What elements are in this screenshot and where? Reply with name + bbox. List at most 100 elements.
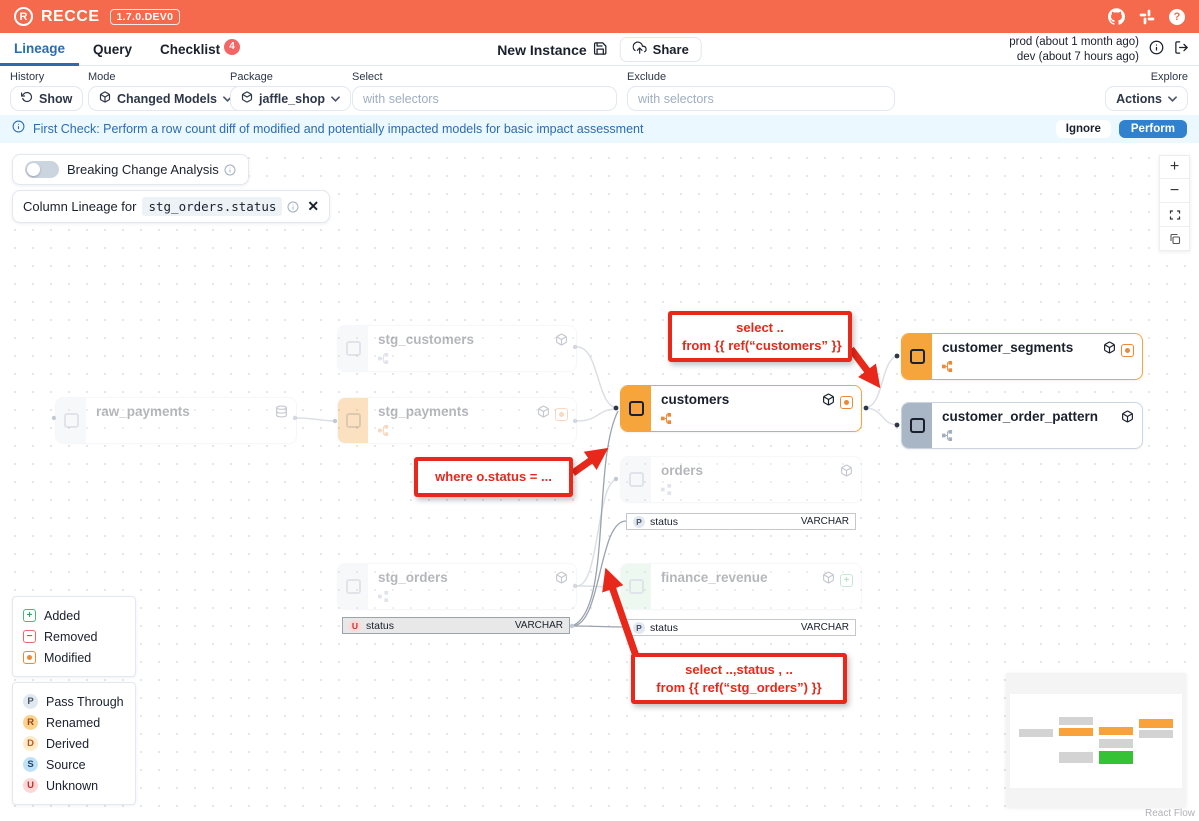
node-raw-payments[interactable]: raw_payments (55, 397, 297, 444)
exclude-label: Exclude (627, 71, 895, 83)
lineage-toolbar: History Show Mode Changed Models Package… (0, 66, 1199, 115)
close-icon[interactable]: ✕ (307, 198, 319, 215)
breaking-change-label: Breaking Change Analysis (67, 162, 219, 177)
banner-message: First Check: Perform a row count diff of… (33, 122, 643, 136)
chevron-down-icon (331, 96, 340, 102)
node-checkbox[interactable] (629, 579, 644, 594)
select-label: Select (352, 71, 617, 83)
info-icon[interactable] (224, 164, 236, 176)
actions-menu-button[interactable]: Actions (1105, 86, 1188, 111)
instance-title: New Instance (497, 42, 586, 58)
github-icon[interactable] (1108, 8, 1125, 25)
breaking-change-panel: Breaking Change Analysis (12, 154, 249, 185)
modified-icon (555, 408, 568, 421)
nav-bar: Lineage Query Checklist 4 New Instance (0, 33, 1199, 66)
node-customer-segments[interactable]: customer_segments (901, 333, 1143, 380)
column-lineage-icon (378, 591, 389, 602)
node-orders[interactable]: orders (620, 456, 862, 503)
node-stg-customers[interactable]: stg_customers (337, 325, 577, 372)
column-type: VARCHAR (515, 620, 563, 631)
legend-item-renamed: R Renamed (23, 712, 125, 733)
unknown-badge: U (349, 620, 361, 632)
column-lineage-icon (942, 361, 953, 372)
first-check-banner: First Check: Perform a row count diff of… (0, 115, 1199, 143)
node-checkbox[interactable] (629, 401, 644, 416)
column-name: status (650, 516, 678, 528)
ignore-button[interactable]: Ignore (1056, 120, 1111, 138)
package-select[interactable]: jaffle_shop (230, 86, 351, 111)
tab-checklist[interactable]: Checklist 4 (146, 33, 254, 66)
model-cube-icon (1121, 410, 1134, 428)
save-icon[interactable] (593, 41, 608, 59)
annotation-select-stg-orders: select ..,status , .. from {{ ref(“stg_o… (631, 653, 847, 704)
column-row-stg-orders-status[interactable]: U status VARCHAR (342, 617, 570, 634)
share-button[interactable]: Share (620, 37, 702, 62)
node-checkbox[interactable] (910, 349, 925, 364)
model-cube-icon (555, 571, 568, 589)
column-lineage-icon (942, 430, 953, 441)
sign-out-icon[interactable] (1174, 40, 1189, 60)
transform-legend: P Pass Through R Renamed D Derived S Sou… (12, 682, 136, 805)
column-row-finance-revenue-status[interactable]: P status VARCHAR (626, 619, 856, 636)
model-cube-icon (555, 333, 568, 351)
help-icon[interactable]: ? (1169, 9, 1185, 25)
annotation-select-customers: select .. from {{ ref(“customers” }} (668, 311, 852, 362)
node-customer-order-pattern[interactable]: customer_order_pattern (901, 402, 1143, 449)
perform-button[interactable]: Perform (1119, 120, 1187, 138)
minimap-node (1139, 730, 1173, 738)
package-label: Package (230, 71, 351, 83)
history-show-button[interactable]: Show (10, 86, 83, 111)
node-customers[interactable]: customers (620, 385, 862, 432)
column-lineage-icon (661, 484, 672, 495)
minimap[interactable] (1006, 673, 1186, 807)
column-row-orders-status[interactable]: P status VARCHAR (626, 513, 856, 530)
model-cube-icon (99, 91, 111, 106)
info-icon[interactable] (287, 201, 299, 213)
node-checkbox[interactable] (346, 341, 361, 356)
history-icon (21, 91, 33, 106)
node-checkbox[interactable] (346, 413, 361, 428)
tab-lineage[interactable]: Lineage (0, 33, 79, 66)
node-stg-orders[interactable]: stg_orders (337, 563, 577, 610)
copy-button[interactable] (1159, 227, 1190, 251)
pass-through-badge: P (633, 516, 645, 528)
brand-name: RECCE (41, 8, 100, 26)
column-type: VARCHAR (801, 516, 849, 527)
model-cube-icon (840, 464, 853, 482)
node-checkbox[interactable] (346, 579, 361, 594)
minimap-node (1099, 751, 1133, 764)
added-icon: + (23, 609, 36, 622)
tab-query[interactable]: Query (79, 33, 146, 66)
select-input[interactable] (352, 86, 617, 111)
legend-item-added: + Added (23, 605, 125, 626)
model-cube-icon (822, 393, 835, 411)
environment-info: prod (about 1 month ago) dev (about 7 ho… (1009, 35, 1139, 64)
pass-through-badge: P (633, 622, 645, 634)
node-checkbox[interactable] (629, 472, 644, 487)
mode-select[interactable]: Changed Models (88, 86, 243, 111)
node-finance-revenue[interactable]: finance_revenue + (620, 563, 862, 610)
modified-icon (23, 651, 36, 664)
column-name: status (366, 620, 394, 632)
fit-view-button[interactable] (1159, 203, 1190, 227)
minimap-node (1099, 739, 1133, 748)
removed-icon: − (23, 630, 36, 643)
node-checkbox[interactable] (64, 413, 79, 428)
env-prod: prod (about 1 month ago) (1009, 35, 1139, 49)
node-checkbox[interactable] (910, 418, 925, 433)
info-icon[interactable] (1149, 40, 1164, 60)
derived-badge: D (23, 736, 38, 751)
breaking-change-toggle[interactable] (25, 161, 59, 178)
history-label: History (10, 71, 83, 83)
source-badge: S (23, 757, 38, 772)
exclude-input[interactable] (627, 86, 895, 111)
lineage-canvas[interactable]: Breaking Change Analysis Column Lineage … (0, 143, 1199, 821)
zoom-out-button[interactable]: − (1159, 179, 1190, 203)
node-stg-payments[interactable]: stg_payments (337, 397, 577, 444)
banner-info-icon (12, 120, 25, 138)
slack-icon[interactable] (1139, 9, 1155, 25)
column-type: VARCHAR (801, 622, 849, 633)
column-lineage-icon (661, 413, 672, 424)
added-icon: + (840, 574, 853, 587)
zoom-in-button[interactable]: + (1159, 155, 1190, 179)
